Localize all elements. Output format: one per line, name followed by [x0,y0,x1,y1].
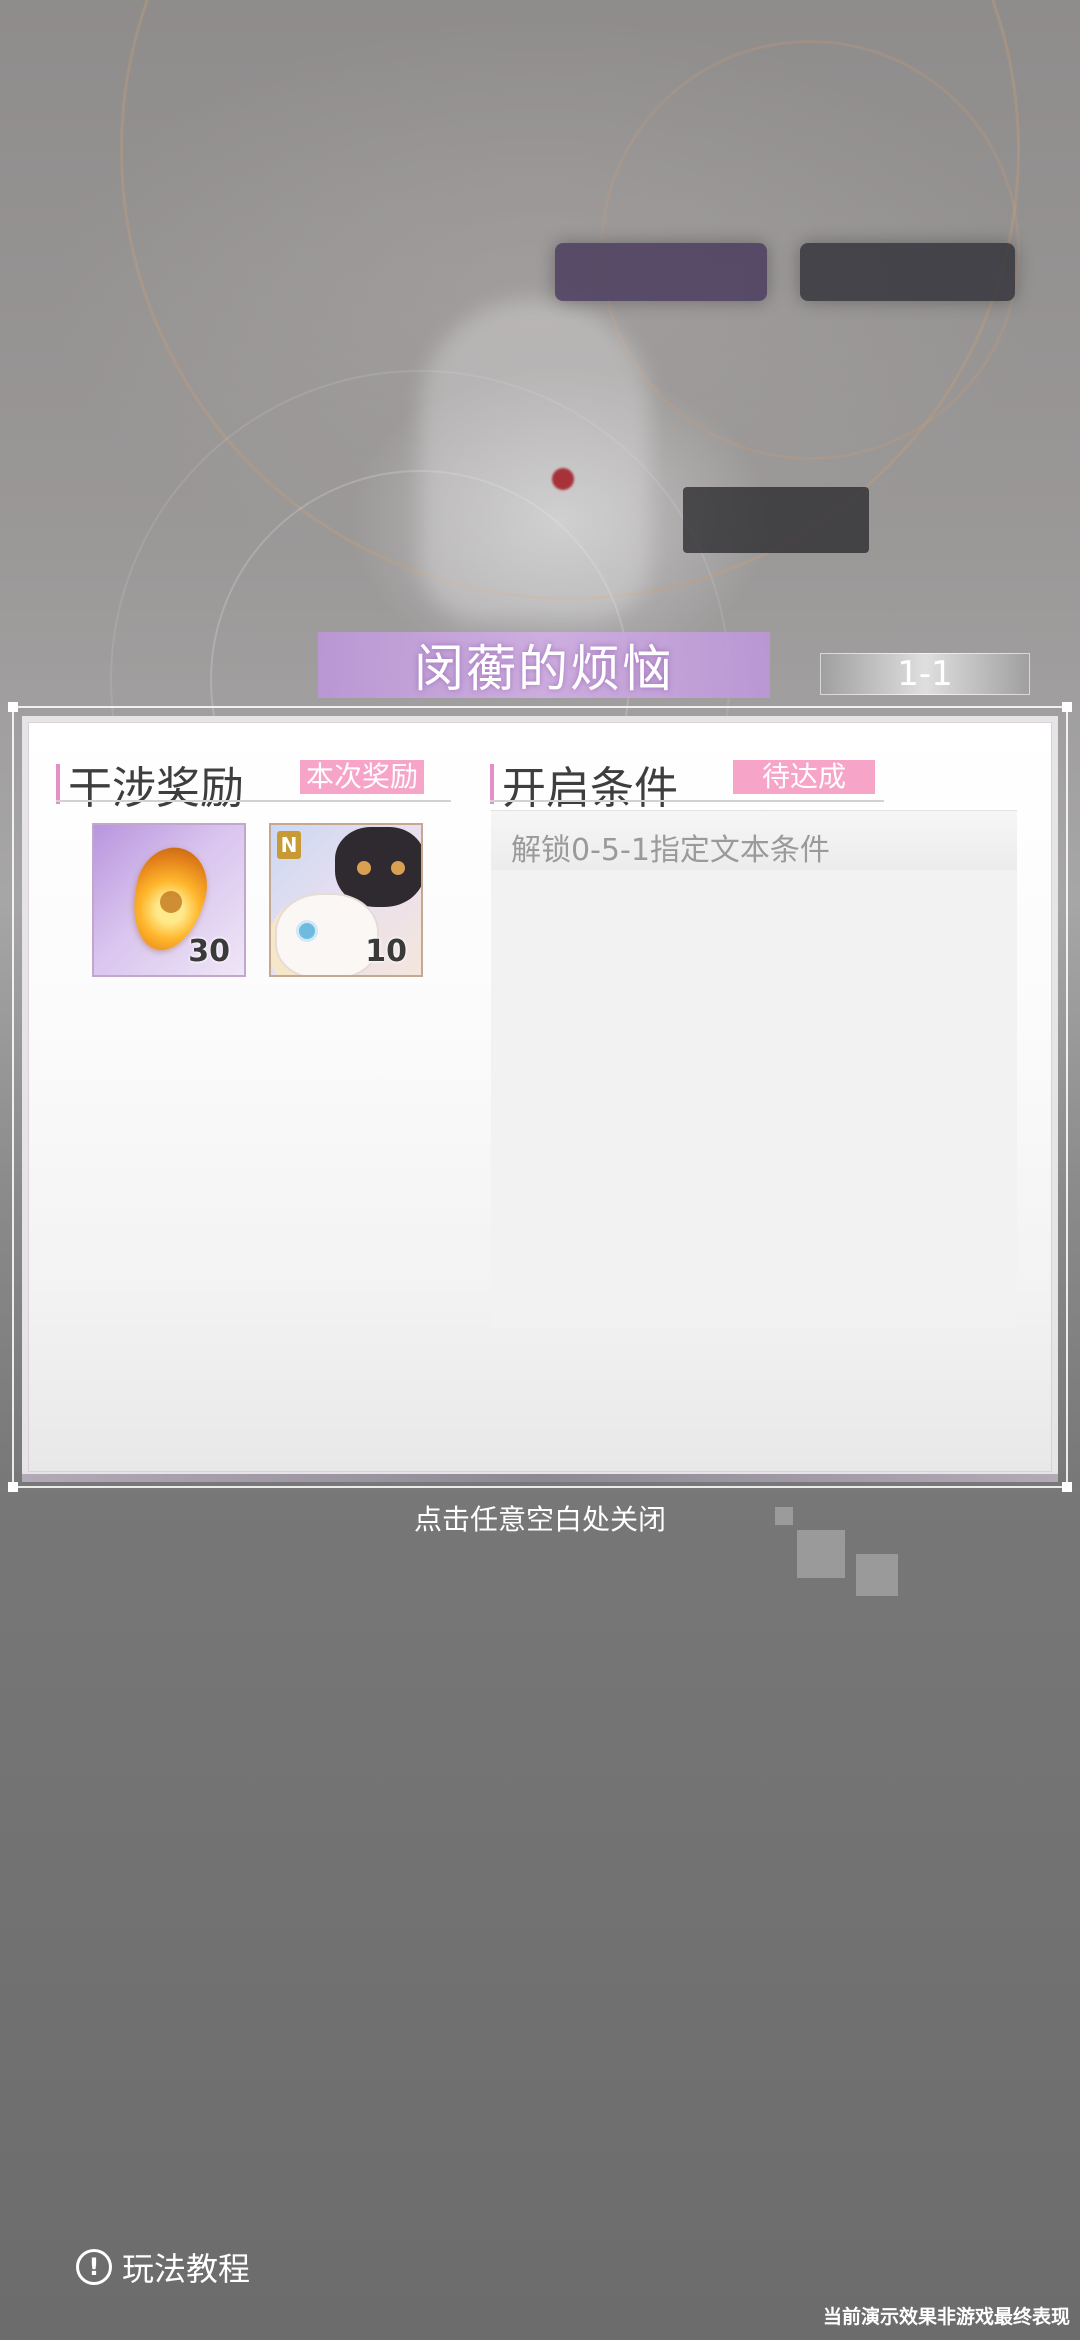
rewards-title: 干涉奖励 [68,763,244,814]
accent-bar [490,764,494,804]
close-hint[interactable]: 点击任意空白处关闭 [0,1498,1080,1538]
tutorial-button[interactable]: ! 玩法教程 [76,2244,250,2290]
rewards-header: 干涉奖励 [56,752,244,816]
reward-count: 10 [365,934,407,969]
black-cat-icon [335,827,421,907]
cat-eye [391,861,405,875]
stage-id: 1-1 [897,654,953,694]
frame-corner [1062,1482,1072,1492]
conditions-title: 开启条件 [502,763,678,814]
white-cat-icon [277,895,377,975]
rewards-badge: 本次奖励 [300,760,425,794]
conditions-list: 解锁0-5-1指定文本条件 [491,810,1017,1328]
conditions-divider [490,800,884,802]
quest-title-bar: 闵蘅的烦恼 [318,632,770,698]
amber-flower-icon [160,891,182,913]
condition-text: 解锁0-5-1指定文本条件 [511,833,830,868]
background-rabbit [420,300,650,620]
decor-square [856,1554,898,1596]
quest-title: 闵蘅的烦恼 [414,640,674,698]
frame-corner [8,702,18,712]
conditions-header: 开启条件 [490,752,678,816]
reward-count: 30 [188,934,230,969]
panel-bottom-edge [22,1474,1058,1482]
exclamation-circle-icon: ! [76,2249,112,2285]
tutorial-label: 玩法教程 [122,2250,251,2288]
demo-disclaimer: 当前演示效果非游戏最终表现 [822,2306,1070,2328]
rarity-badge: N [277,831,301,859]
rewards-divider [56,800,451,802]
frame-corner [1062,702,1072,712]
reward-item-cat-card[interactable]: N 10 [269,823,423,977]
condition-row: 解锁0-5-1指定文本条件 [491,810,1017,870]
cat-monocle [299,923,315,939]
conditions-badge: 待达成 [733,760,875,794]
cat-eye [357,861,371,875]
reward-item-amber[interactable]: 30 [92,823,246,977]
accent-bar [56,764,60,804]
background-dark-box [683,487,869,553]
background-chip [555,243,767,301]
background-chip [800,243,1015,301]
frame-corner [8,1482,18,1492]
stage-id-tag: 1-1 [820,653,1030,695]
background-red-dot [552,468,574,490]
